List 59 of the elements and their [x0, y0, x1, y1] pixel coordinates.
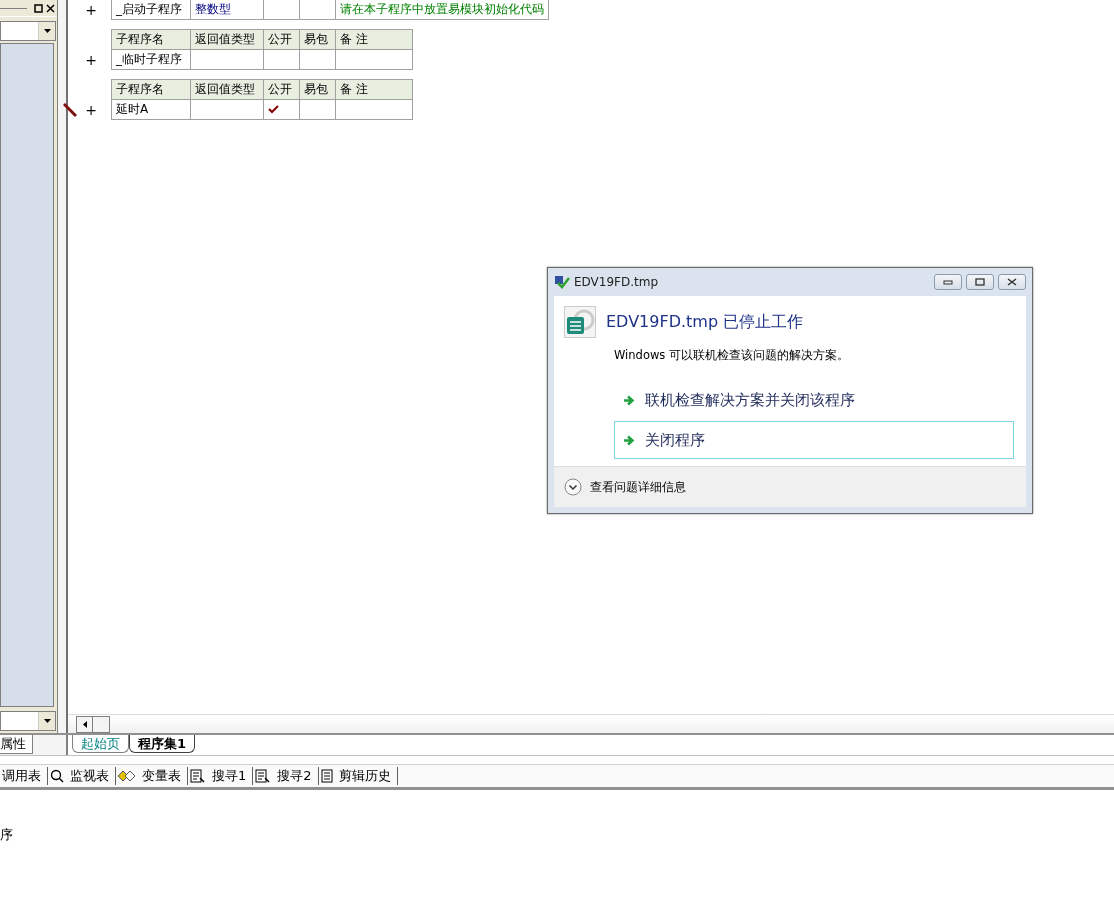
column-header: 返回值类型 [190, 29, 264, 50]
close-icon[interactable] [46, 3, 55, 13]
search-icon [50, 769, 64, 783]
arrow-icon [623, 434, 635, 446]
editor-tab[interactable]: 程序集1 [129, 735, 196, 753]
editor-tab[interactable]: 起始页 [72, 735, 129, 753]
column-header: 易包 [299, 29, 336, 50]
document-icon [320, 769, 333, 783]
panel-splitter[interactable] [58, 0, 68, 733]
caret-icon [43, 719, 51, 723]
column-header: 备 注 [335, 29, 413, 50]
minimize-icon [943, 279, 953, 285]
column-header: 备 注 [335, 79, 413, 100]
toolbar-button[interactable]: 调用表 [0, 767, 48, 785]
name-cell: _启动子程序 [111, 0, 191, 20]
horizontal-scrollbar[interactable] [68, 714, 1114, 733]
close-icon [1007, 278, 1017, 286]
arrow-icon [623, 394, 635, 406]
close-button[interactable] [998, 274, 1026, 290]
toolbar-button[interactable]: 监视表 [48, 767, 116, 785]
expand-toggle[interactable]: + [85, 53, 97, 67]
diamonds-icon [118, 770, 136, 782]
remark-cell: 请在本子程序中放置易模块初始化代码 [335, 0, 549, 20]
expand-toggle[interactable]: + [85, 103, 97, 117]
toolbar-button[interactable]: 剪辑历史 [318, 767, 398, 785]
name-cell: 延时A [111, 99, 191, 120]
column-header: 返回值类型 [190, 79, 264, 100]
expand-chevron-icon[interactable] [564, 478, 582, 496]
app-icon [554, 275, 570, 289]
option-button[interactable]: 关闭程序 [614, 421, 1014, 459]
checkmark-icon [268, 104, 279, 114]
column-header: 子程序名 [111, 79, 191, 100]
toolbar-button[interactable]: 搜寻1 [188, 767, 254, 785]
value-dropdown[interactable] [0, 711, 56, 731]
toolbar-button[interactable]: 搜寻2 [253, 767, 319, 785]
maximize-icon [975, 278, 985, 286]
find-icon [190, 769, 206, 783]
object-dropdown[interactable] [0, 21, 56, 41]
left-arrow-icon [82, 720, 87, 728]
caret-icon [43, 29, 51, 33]
app-logo-icon [564, 306, 596, 338]
maximize-button[interactable] [966, 274, 994, 290]
type-cell: 整数型 [190, 0, 264, 20]
panel-tab[interactable]: 属性 [0, 735, 33, 754]
column-header: 子程序名 [111, 29, 191, 50]
column-header: 易包 [299, 79, 336, 100]
output-text: 序 [0, 827, 13, 842]
column-header: 公开 [263, 79, 300, 100]
dialog-heading: EDV19FD.tmp 已停止工作 [606, 311, 804, 333]
dialog-title: EDV19FD.tmp [574, 275, 660, 289]
details-link[interactable]: 查看问题详细信息 [590, 478, 686, 496]
name-cell: _临时子程序 [111, 49, 191, 70]
expand-toggle[interactable]: + [85, 3, 97, 17]
scroll-thumb[interactable] [93, 715, 110, 733]
minimize-button[interactable] [934, 274, 962, 290]
find-icon [255, 769, 272, 783]
dialog-message: Windows 可以联机检查该问题的解决方案。 [614, 348, 849, 362]
toolbar-button[interactable]: 变量表 [116, 767, 188, 785]
column-header: 公开 [263, 29, 300, 50]
